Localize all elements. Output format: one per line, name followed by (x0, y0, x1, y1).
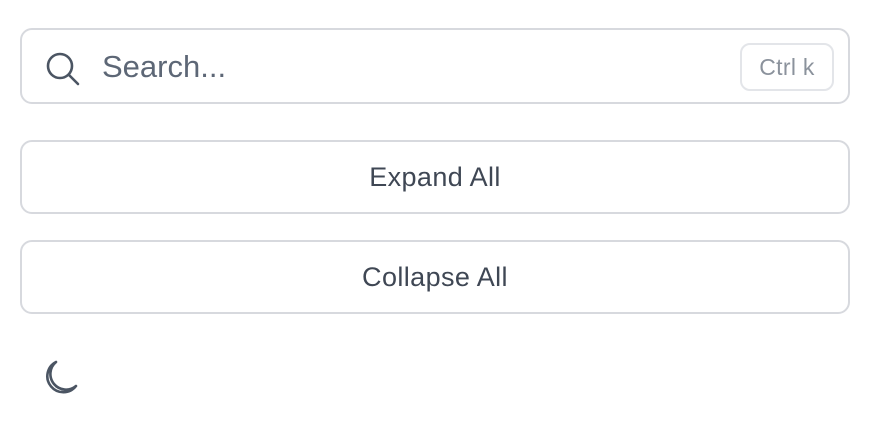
collapse-all-label: Collapse All (362, 261, 508, 292)
search-shortcut-label: Ctrl k (759, 53, 815, 80)
search-box[interactable]: Ctrl k (20, 28, 850, 104)
search-input[interactable] (102, 44, 662, 90)
search-shortcut-badge: Ctrl k (740, 43, 834, 91)
theme-toggle-button[interactable] (30, 352, 86, 404)
moon-icon (36, 356, 82, 402)
expand-all-button[interactable]: Expand All (20, 140, 850, 214)
sidebar-controls-panel: Ctrl k Expand All Collapse All (0, 0, 878, 448)
search-icon (44, 50, 82, 88)
collapse-all-button[interactable]: Collapse All (20, 240, 850, 314)
expand-all-label: Expand All (369, 161, 501, 192)
